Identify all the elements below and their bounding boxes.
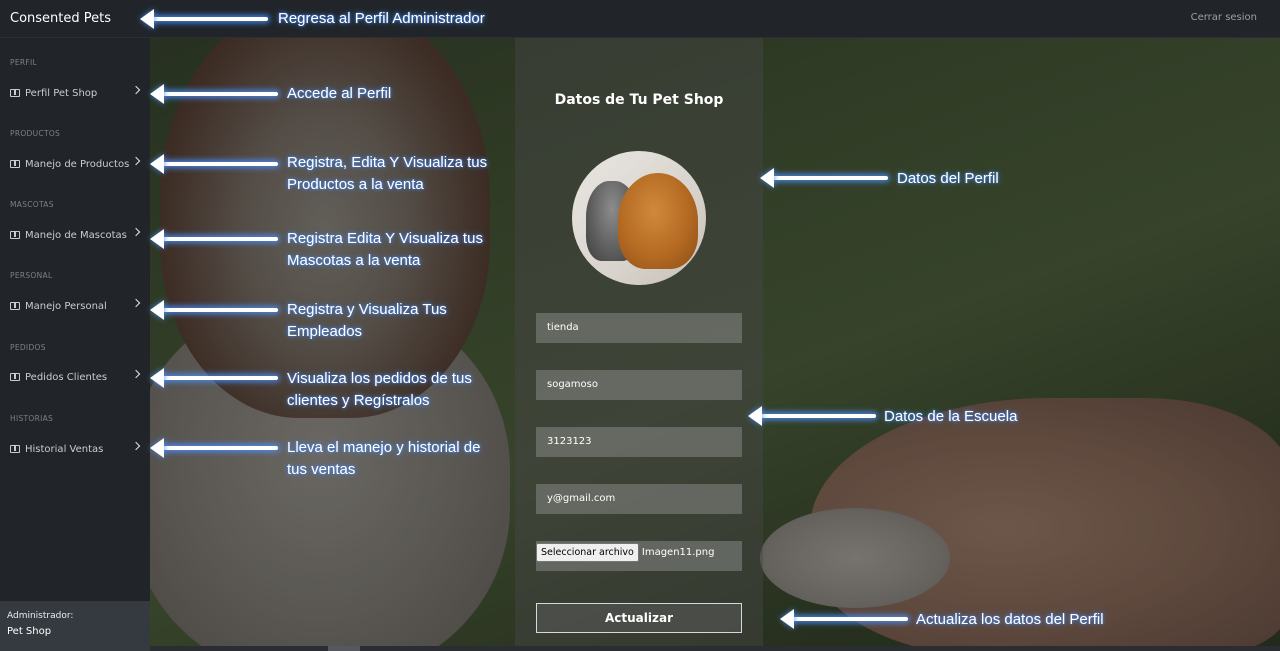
- sidebar-section-productos: PRODUCTOS: [10, 129, 61, 138]
- sidebar-item-label: Historial Ventas: [25, 443, 104, 455]
- sidebar-item-perfil-pet-shop[interactable]: Perfil Pet Shop: [0, 80, 150, 106]
- email-field[interactable]: y@gmail.com: [536, 484, 742, 514]
- phone-field[interactable]: 3123123: [536, 427, 742, 457]
- annotation-datos-escuela: Datos de la Escuela: [884, 408, 1018, 425]
- form-title: Datos de Tu Pet Shop: [554, 92, 724, 108]
- chevron-right-icon: [131, 227, 141, 237]
- logged-in-name: Pet Shop: [7, 626, 52, 637]
- sidebar-item-label: Perfil Pet Shop: [25, 87, 98, 99]
- sidebar-footer: Administrador: Pet Shop: [0, 601, 150, 651]
- annotation-arrow: [162, 446, 278, 450]
- columns-icon: [10, 373, 20, 381]
- logout-link[interactable]: Cerrar sesion: [1191, 12, 1257, 23]
- annotation-arrow: [792, 617, 908, 621]
- annotation-personal-line2: Empleados: [287, 323, 363, 340]
- profile-form-panel: Datos de Tu Pet Shop tienda sogamoso 312…: [515, 38, 763, 646]
- chevron-right-icon: [131, 441, 141, 451]
- annotation-historial-line1: Lleva el manejo y historial de: [287, 439, 481, 456]
- annotation-datos-perfil: Datos del Perfil: [897, 170, 999, 187]
- annotation-mascotas-line2: Mascotas a la venta: [287, 252, 421, 269]
- columns-icon: [10, 445, 20, 453]
- sidebar-item-manejo-personal[interactable]: Manejo Personal: [0, 293, 150, 319]
- annotation-personal-line1: Registra y Visualiza Tus: [287, 301, 447, 318]
- sidebar-item-pedidos-clientes[interactable]: Pedidos Clientes: [0, 364, 150, 390]
- sidebar-section-pedidos: PEDIDOS: [10, 343, 46, 352]
- sidebar-section-personal: PERSONAL: [10, 271, 53, 280]
- sidebar-item-label: Manejo Personal: [25, 300, 107, 312]
- columns-icon: [10, 231, 20, 239]
- annotation-arrow: [152, 17, 268, 21]
- chevron-right-icon: [131, 156, 141, 166]
- annotation-arrow: [760, 414, 876, 418]
- annotation-arrow: [772, 176, 888, 180]
- sidebar-section-mascotas: MASCOTAS: [10, 200, 54, 209]
- scrollbar-thumb[interactable]: [328, 646, 360, 651]
- sidebar-item-label: Manejo de Mascotas: [25, 229, 127, 241]
- annotation-perfil: Accede al Perfil: [287, 85, 392, 102]
- annotation-actualiza: Actualiza los datos del Perfil: [916, 611, 1104, 628]
- file-name-text: Imagen11.png: [641, 547, 715, 558]
- chevron-right-icon: [131, 298, 141, 308]
- image-file-input[interactable]: Seleccionar archivo Imagen11.png: [536, 541, 742, 571]
- annotation-mascotas-line1: Registra Edita Y Visualiza tus: [287, 230, 483, 247]
- chevron-right-icon: [131, 85, 141, 95]
- annotation-arrow: [162, 92, 278, 96]
- columns-icon: [10, 160, 20, 168]
- profile-avatar: [572, 151, 706, 285]
- chevron-right-icon: [131, 369, 141, 379]
- dog-shape: [618, 173, 698, 269]
- sidebar-item-historial-ventas[interactable]: Historial Ventas: [0, 436, 150, 462]
- sidebar-item-manejo-mascotas[interactable]: Manejo de Mascotas: [0, 222, 150, 248]
- annotation-pedidos-line2: clientes y Regístralos: [287, 392, 430, 409]
- annotation-productos-line1: Registra, Edita Y Visualiza tus: [287, 154, 488, 171]
- columns-icon: [10, 302, 20, 310]
- horizontal-scrollbar[interactable]: [150, 646, 1280, 651]
- sidebar-section-historias: HISTORIAS: [10, 414, 54, 423]
- columns-icon: [10, 89, 20, 97]
- sidebar-item-label: Pedidos Clientes: [25, 371, 108, 383]
- sidebar: PERFIL Perfil Pet Shop PRODUCTOS Manejo …: [0, 38, 150, 651]
- annotation-historial-line2: tus ventas: [287, 461, 356, 478]
- update-button[interactable]: Actualizar: [536, 603, 742, 633]
- city-field[interactable]: sogamoso: [536, 370, 742, 400]
- annotation-arrow: [162, 237, 278, 241]
- annotation-arrow: [162, 376, 278, 380]
- sidebar-section-perfil: PERFIL: [10, 58, 37, 67]
- annotation-pedidos-line1: Visualiza los pedidos de tus: [287, 370, 472, 387]
- annotation-arrow: [162, 308, 278, 312]
- annotation-productos-line2: Productos a la venta: [287, 176, 424, 193]
- annotation-home: Regresa al Perfil Administrador: [278, 10, 485, 27]
- brand-link[interactable]: Consented Pets: [10, 11, 111, 26]
- shop-name-field[interactable]: tienda: [536, 313, 742, 343]
- choose-file-button[interactable]: Seleccionar archivo: [536, 543, 639, 562]
- sidebar-item-label: Manejo de Productos: [25, 158, 130, 170]
- sidebar-item-manejo-productos[interactable]: Manejo de Productos: [0, 151, 150, 177]
- annotation-arrow: [162, 162, 278, 166]
- logged-in-role: Administrador:: [7, 611, 74, 621]
